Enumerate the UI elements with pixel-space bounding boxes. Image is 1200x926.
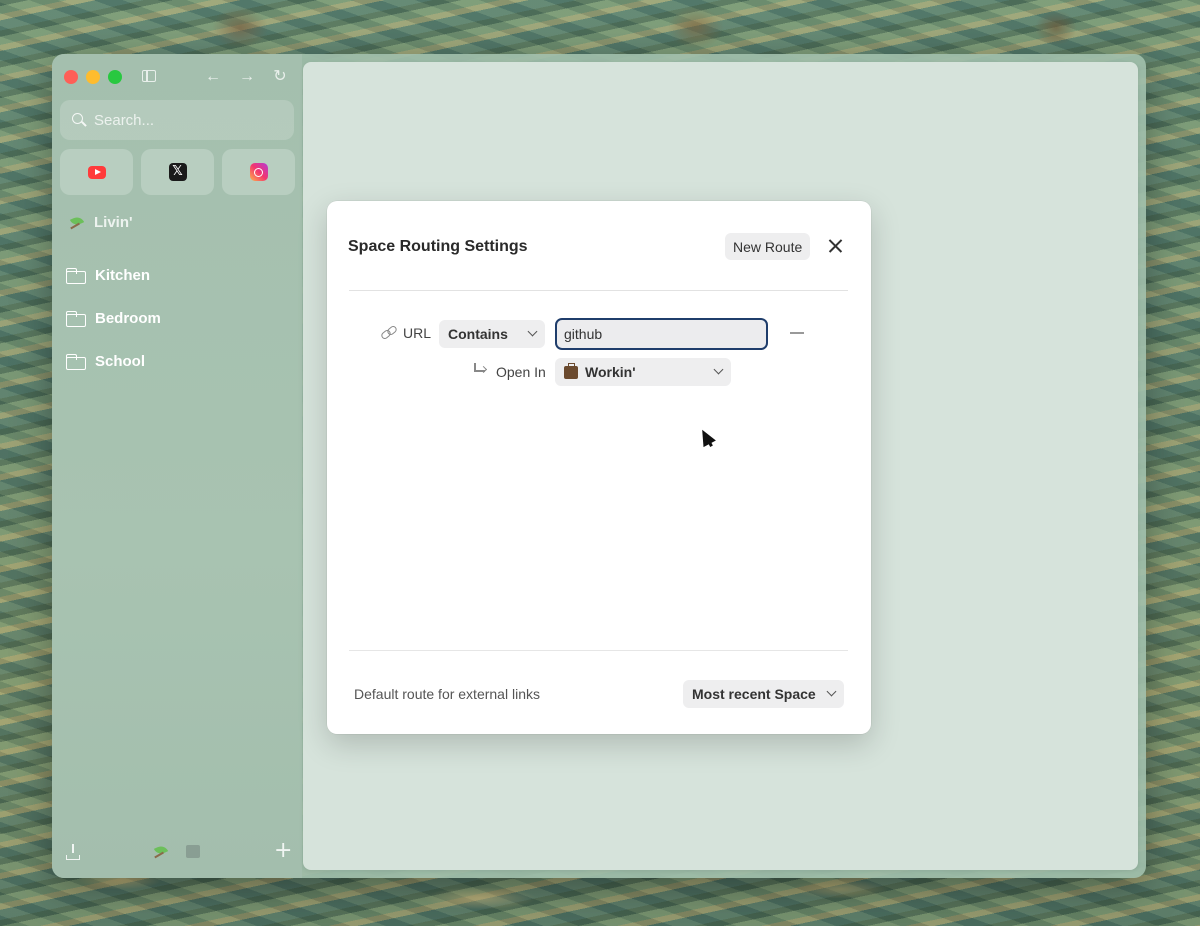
chevron-down-icon (527, 326, 538, 337)
link-icon (379, 324, 399, 341)
pinned-tabs: 𝕏 (60, 149, 295, 195)
download-icon[interactable] (66, 844, 80, 860)
folder-icon (66, 310, 86, 327)
instagram-icon (249, 163, 268, 181)
space-routing-dialog: Space Routing Settings New Route URL Con… (327, 201, 871, 734)
space-title[interactable]: Livin' (68, 214, 133, 231)
open-in-space-value: Workin' (585, 364, 636, 380)
divider (349, 650, 848, 651)
pinned-tab-instagram[interactable] (222, 149, 295, 195)
dialog-title: Space Routing Settings (348, 238, 528, 255)
pinned-tab-youtube[interactable] (60, 149, 133, 195)
folder-label: Kitchen (95, 267, 151, 284)
folder-icon (66, 353, 86, 370)
zoom-window-button[interactable] (108, 70, 122, 84)
url-pattern-input[interactable] (555, 318, 768, 350)
folder-label: School (95, 353, 146, 370)
match-type-value: Contains (448, 326, 508, 342)
folder-label: Bedroom (95, 310, 161, 327)
folder-icon (66, 267, 86, 284)
back-arrow-icon[interactable]: ← (202, 66, 224, 88)
new-route-button[interactable]: New Route (725, 233, 811, 260)
search-input[interactable] (94, 111, 274, 129)
chevron-down-icon (826, 686, 837, 697)
open-in-label: Open In (496, 364, 546, 380)
minimize-window-button[interactable] (86, 70, 100, 84)
close-icon[interactable] (825, 235, 847, 257)
folder-item-bedroom[interactable]: Bedroom (66, 297, 161, 340)
space-briefcase-icon[interactable] (186, 845, 200, 858)
open-in-space-select[interactable]: Workin' (555, 358, 731, 386)
space-leaf-icon[interactable] (152, 845, 170, 859)
chevron-down-icon (713, 364, 724, 375)
space-name: Livin' (94, 214, 133, 231)
return-arrow-icon (473, 363, 488, 375)
leaf-icon (68, 216, 86, 230)
folder-item-kitchen[interactable]: Kitchen (66, 254, 161, 297)
window-controls (64, 70, 122, 84)
forward-arrow-icon[interactable]: → (236, 66, 258, 88)
search-icon (72, 113, 86, 127)
default-route-label: Default route for external links (354, 686, 540, 702)
default-route-select[interactable]: Most recent Space (683, 680, 844, 708)
sidebar-footer: + (52, 838, 302, 866)
pinned-tab-x[interactable]: 𝕏 (141, 149, 214, 195)
divider (349, 290, 848, 291)
reload-icon[interactable]: ↻ (269, 66, 291, 88)
add-icon[interactable]: + (274, 838, 292, 863)
sidebar-toggle-icon[interactable] (138, 66, 160, 88)
default-route-value: Most recent Space (692, 686, 816, 702)
folder-item-school[interactable]: School (66, 340, 161, 383)
route-field-label: URL (403, 325, 432, 341)
remove-route-icon[interactable] (790, 332, 804, 334)
briefcase-icon (564, 362, 578, 379)
folder-list: Kitchen Bedroom School (66, 254, 161, 383)
match-type-select[interactable]: Contains (439, 320, 545, 348)
x-icon: 𝕏 (168, 163, 187, 181)
sidebar: ← → ↻ 𝕏 Livin' Kitchen Bedroom (52, 54, 302, 878)
youtube-icon (87, 165, 106, 179)
sidebar-search[interactable] (60, 100, 294, 140)
close-window-button[interactable] (64, 70, 78, 84)
